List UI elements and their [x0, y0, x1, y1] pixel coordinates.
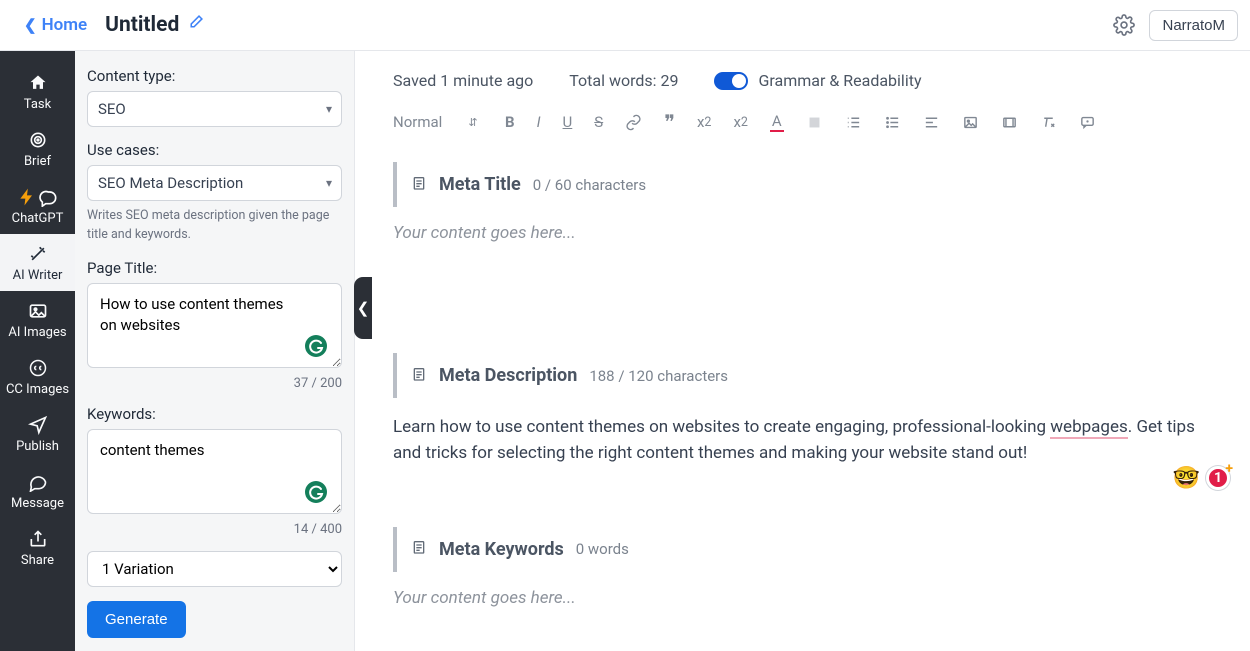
nav-ccimages[interactable]: CC Images: [0, 348, 75, 405]
nav-publish[interactable]: Publish: [0, 405, 75, 462]
use-cases-label: Use cases:: [87, 141, 342, 159]
variation-select[interactable]: 1 Variation: [87, 551, 342, 587]
nav-publish-label: Publish: [16, 439, 59, 454]
use-cases-select[interactable]: SEO Meta Description: [87, 165, 342, 201]
cc-icon: [0, 358, 75, 378]
format-select[interactable]: Normal ⇵: [393, 113, 483, 131]
text-color-button[interactable]: A: [770, 112, 784, 132]
bullet-list-button[interactable]: [884, 114, 901, 131]
comment-button[interactable]: [1079, 114, 1096, 131]
saved-status: Saved 1 minute ago: [393, 71, 533, 90]
keywords-input[interactable]: [87, 429, 342, 514]
video-button[interactable]: [1001, 114, 1018, 131]
content-type-value: SEO: [98, 100, 126, 118]
meta-keywords-editor[interactable]: Your content goes here...: [393, 588, 1216, 608]
highlight-button[interactable]: [806, 114, 823, 131]
bold-button[interactable]: B: [505, 113, 515, 131]
edit-icon[interactable]: [187, 14, 204, 36]
share-icon: [0, 529, 75, 549]
account-menu[interactable]: NarratoM: [1149, 10, 1238, 41]
nav-chatgpt[interactable]: ChatGPT: [0, 177, 75, 234]
nav-message[interactable]: Message: [0, 462, 75, 519]
nav-message-label: Message: [11, 496, 64, 511]
target-icon: [0, 130, 75, 150]
chevron-left-icon: ❮: [24, 16, 37, 34]
keywords-counter: 14 / 400: [87, 522, 342, 537]
page-title-input[interactable]: [87, 283, 342, 368]
reaction-row: 🤓 1: [1173, 466, 1230, 491]
superscript-button[interactable]: x2: [733, 113, 747, 131]
notification-badge[interactable]: 1: [1206, 466, 1230, 490]
content-type-select[interactable]: SEO: [87, 91, 342, 127]
nav-share[interactable]: Share: [0, 519, 75, 576]
bolt-chat-icon: [17, 187, 59, 207]
content-type-label: Content type:: [87, 67, 342, 85]
editor: Saved 1 minute ago Total words: 29 Gramm…: [355, 51, 1250, 651]
page-title: Untitled: [105, 13, 179, 37]
wand-icon: [0, 244, 75, 264]
home-text: Home: [42, 15, 88, 35]
strike-button[interactable]: S: [594, 113, 603, 131]
send-icon: [0, 415, 75, 435]
use-cases-value: SEO Meta Description: [98, 174, 243, 192]
expand-icon: ⇵: [468, 116, 477, 129]
nav-share-label: Share: [21, 553, 54, 568]
chat-icon: [0, 472, 75, 492]
nav-aiwriter[interactable]: AI Writer: [0, 234, 75, 291]
config-panel: Content type: SEO Use cases: SEO Meta De…: [75, 51, 355, 651]
toolbar: Normal ⇵ B I U S ❞ x2 x2 A: [393, 112, 1216, 132]
nav-ccimages-label: CC Images: [6, 382, 69, 397]
nav-brief[interactable]: Brief: [0, 120, 75, 177]
meta-title-editor[interactable]: Your content goes here...: [393, 223, 1216, 243]
meta-title-count: 0 / 60 characters: [533, 176, 646, 194]
left-nav: Task Brief ChatGPT AI Writer AI Images C…: [0, 51, 75, 651]
nerd-face-icon[interactable]: 🤓: [1173, 466, 1200, 491]
meta-desc-text-a: Learn how to use content themes on websi…: [393, 417, 1050, 437]
grammar-toggle[interactable]: [714, 72, 748, 90]
word-count: Total words: 29: [569, 71, 678, 90]
underline-button[interactable]: U: [563, 113, 573, 131]
home-icon: [0, 73, 75, 93]
subscript-button[interactable]: x2: [697, 113, 711, 131]
link-button[interactable]: [625, 114, 642, 131]
image-icon: [0, 301, 75, 321]
keywords-label: Keywords:: [87, 405, 342, 423]
meta-keywords-label: Meta Keywords: [439, 539, 564, 560]
nav-task[interactable]: Task: [0, 63, 75, 120]
doc-icon: [411, 175, 427, 195]
nav-aiimages[interactable]: AI Images: [0, 291, 75, 348]
ordered-list-button[interactable]: [845, 114, 862, 131]
page-title-label: Page Title:: [87, 259, 342, 277]
gear-icon[interactable]: [1113, 14, 1135, 36]
nav-aiwriter-label: AI Writer: [13, 268, 63, 283]
doc-icon: [411, 366, 427, 386]
nav-chatgpt-label: ChatGPT: [12, 211, 64, 226]
meta-title-label: Meta Title: [439, 174, 521, 195]
nav-brief-label: Brief: [24, 154, 51, 169]
meta-desc-count: 188 / 120 characters: [589, 367, 728, 385]
use-cases-help: Writes SEO meta description given the pa…: [87, 207, 342, 245]
nav-aiimages-label: AI Images: [8, 325, 66, 340]
home-link[interactable]: ❮ Home: [24, 15, 87, 35]
image-button[interactable]: [962, 114, 979, 131]
grammar-label: Grammar & Readability: [758, 71, 921, 90]
meta-desc-spell: webpages: [1050, 417, 1127, 439]
meta-desc-label: Meta Description: [439, 365, 577, 386]
meta-desc-editor[interactable]: Learn how to use content themes on websi…: [393, 414, 1216, 467]
page-title-counter: 37 / 200: [87, 376, 342, 391]
clear-format-button[interactable]: [1040, 114, 1057, 131]
generate-button[interactable]: Generate: [87, 601, 186, 638]
italic-button[interactable]: I: [537, 113, 541, 131]
format-value: Normal: [393, 113, 442, 131]
align-button[interactable]: [923, 114, 940, 131]
nav-task-label: Task: [24, 97, 51, 112]
meta-keywords-count: 0 words: [576, 540, 629, 558]
doc-icon: [411, 539, 427, 559]
topbar: ❮ Home Untitled NarratoM: [0, 0, 1250, 51]
